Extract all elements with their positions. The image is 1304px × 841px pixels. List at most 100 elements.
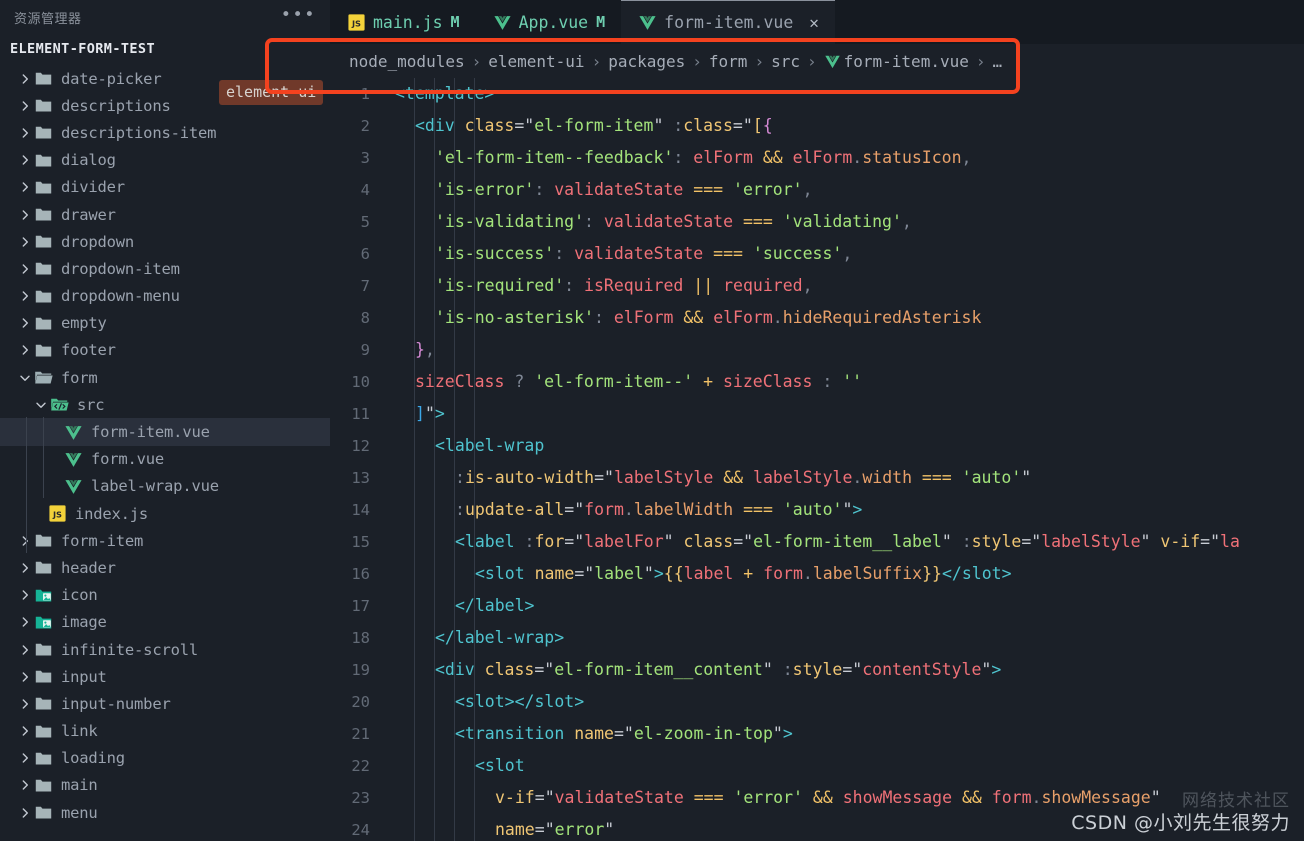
code-token: showMessage bbox=[842, 788, 953, 807]
tree-item-label-wrap-vue[interactable]: label-wrap.vue bbox=[0, 473, 330, 500]
breadcrumb-separator: › bbox=[806, 51, 817, 71]
code-token: : bbox=[593, 308, 614, 327]
tree-item-drawer[interactable]: drawer bbox=[0, 201, 330, 228]
breadcrumb-segment[interactable]: packages bbox=[608, 52, 685, 71]
editor-tab-form-item-vue[interactable]: form-item.vue ✕ bbox=[621, 0, 835, 44]
breadcrumb-separator: › bbox=[975, 51, 986, 71]
chevron-right-icon[interactable] bbox=[16, 151, 34, 169]
chevron-right-icon[interactable] bbox=[16, 804, 34, 822]
code-token: elForm bbox=[693, 148, 753, 167]
folder-icon bbox=[34, 803, 53, 822]
tree-item-dropdown-menu[interactable]: dropdown-menu bbox=[0, 283, 330, 310]
breadcrumb-segment[interactable]: … bbox=[993, 52, 1003, 71]
tree-item-form-item[interactable]: form-item bbox=[0, 527, 330, 554]
code-token: : bbox=[534, 180, 555, 199]
code-line: 11]"> bbox=[330, 398, 1304, 430]
chevron-down-icon[interactable] bbox=[32, 396, 50, 414]
folder-icon bbox=[34, 287, 53, 306]
code-token: hideRequiredAsterisk bbox=[782, 308, 982, 327]
chevron-right-icon[interactable] bbox=[16, 695, 34, 713]
close-icon[interactable]: ✕ bbox=[809, 13, 819, 32]
chevron-right-icon[interactable] bbox=[16, 206, 34, 224]
code-token: = bbox=[534, 788, 545, 807]
chevron-right-icon[interactable] bbox=[16, 287, 34, 305]
chevron-right-icon[interactable] bbox=[16, 260, 34, 278]
tree-item-index-js[interactable]: JS index.js bbox=[0, 500, 330, 527]
tree-item-icon[interactable]: icon bbox=[0, 582, 330, 609]
code-token: , bbox=[961, 148, 972, 167]
editor-tab-main-js[interactable]: JS main.js M bbox=[330, 0, 476, 44]
chevron-right-icon[interactable] bbox=[16, 532, 34, 550]
code-token: labelWidth bbox=[633, 500, 734, 519]
code-token: labelStyle bbox=[1041, 532, 1141, 551]
tree-item-header[interactable]: header bbox=[0, 554, 330, 581]
code-token: name bbox=[495, 820, 535, 839]
tree-item-main[interactable]: main bbox=[0, 772, 330, 799]
code-text: 'is-validating': validateState === 'vali… bbox=[392, 206, 912, 238]
tree-item-loading[interactable]: loading bbox=[0, 745, 330, 772]
code-token: = bbox=[564, 532, 575, 551]
chevron-right-icon[interactable] bbox=[16, 97, 34, 115]
tree-item-label: image bbox=[61, 613, 107, 632]
chevron-right-icon[interactable] bbox=[16, 314, 34, 332]
tree-item-divider[interactable]: divider bbox=[0, 174, 330, 201]
tree-item-empty[interactable]: empty bbox=[0, 310, 330, 337]
chevron-right-icon[interactable] bbox=[16, 124, 34, 142]
tree-item-label: dropdown-item bbox=[61, 259, 180, 278]
tree-item-dialog[interactable]: dialog bbox=[0, 147, 330, 174]
line-number: 14 bbox=[351, 501, 370, 519]
chevron-right-icon[interactable] bbox=[16, 613, 34, 631]
chevron-right-icon[interactable] bbox=[16, 641, 34, 659]
chevron-right-icon[interactable] bbox=[16, 668, 34, 686]
code-token: <slot></slot> bbox=[455, 692, 585, 711]
tree-item-dropdown[interactable]: dropdown bbox=[0, 228, 330, 255]
tree-item-image[interactable]: image bbox=[0, 609, 330, 636]
explorer-more-actions-icon[interactable]: ••• bbox=[281, 6, 316, 26]
tree-item-form-item-vue[interactable]: form-item.vue bbox=[0, 418, 330, 446]
code-token: " bbox=[584, 564, 595, 583]
code-token: <div bbox=[415, 116, 465, 135]
code-token: . bbox=[1031, 788, 1042, 807]
code-token: sizeClass bbox=[722, 372, 813, 391]
code-token: contentStyle bbox=[862, 660, 982, 679]
breadcrumb-segment[interactable]: form-item.vue bbox=[824, 52, 969, 71]
tree-item-footer[interactable]: footer bbox=[0, 337, 330, 364]
element-ui-tooltip: element-ui bbox=[219, 80, 324, 105]
tree-item-link[interactable]: link bbox=[0, 718, 330, 745]
chevron-down-icon[interactable] bbox=[16, 369, 34, 387]
editor-tab-app-vue[interactable]: App.vue M bbox=[475, 0, 622, 44]
breadcrumb-segment[interactable]: element-ui bbox=[488, 52, 584, 71]
chevron-right-icon[interactable] bbox=[16, 722, 34, 740]
code-token: && bbox=[952, 788, 992, 807]
code-editor[interactable]: 1 <template> 2 <div class="el-form-item" :c… bbox=[330, 78, 1304, 841]
code-token: === bbox=[912, 468, 962, 487]
tree-item-form-vue[interactable]: form.vue bbox=[0, 446, 330, 473]
code-token: . bbox=[623, 500, 634, 519]
tree-item-form[interactable]: form bbox=[0, 364, 330, 391]
tree-item-input[interactable]: input bbox=[0, 663, 330, 690]
chevron-right-icon[interactable] bbox=[16, 776, 34, 794]
tree-item-infinite-scroll[interactable]: infinite-scroll bbox=[0, 636, 330, 663]
breadcrumb-segment[interactable]: src bbox=[771, 52, 800, 71]
chevron-right-icon[interactable] bbox=[16, 233, 34, 251]
chevron-right-icon[interactable] bbox=[16, 559, 34, 577]
tree-item-descriptions-item[interactable]: descriptions-item bbox=[0, 119, 330, 146]
tree-item-src[interactable]: src bbox=[0, 391, 330, 418]
code-token: > bbox=[991, 660, 1002, 679]
explorer-root-folder[interactable]: ELEMENT-FORM-TEST bbox=[0, 35, 330, 63]
code-token: . bbox=[802, 564, 813, 583]
chevron-right-icon[interactable] bbox=[16, 341, 34, 359]
chevron-right-icon[interactable] bbox=[16, 586, 34, 604]
line-number: 12 bbox=[351, 437, 370, 455]
tree-item-menu[interactable]: menu bbox=[0, 799, 330, 826]
code-token: > bbox=[434, 404, 445, 423]
breadcrumb-segment[interactable]: node_modules bbox=[349, 52, 465, 71]
file-tree: date-picker descriptions descriptions-item… bbox=[0, 63, 330, 826]
chevron-right-icon[interactable] bbox=[16, 749, 34, 767]
breadcrumb-segment[interactable]: form bbox=[709, 52, 748, 71]
tree-item-input-number[interactable]: input-number bbox=[0, 690, 330, 717]
chevron-right-icon[interactable] bbox=[16, 178, 34, 196]
tree-item-dropdown-item[interactable]: dropdown-item bbox=[0, 255, 330, 282]
chevron-right-icon[interactable] bbox=[16, 70, 34, 88]
